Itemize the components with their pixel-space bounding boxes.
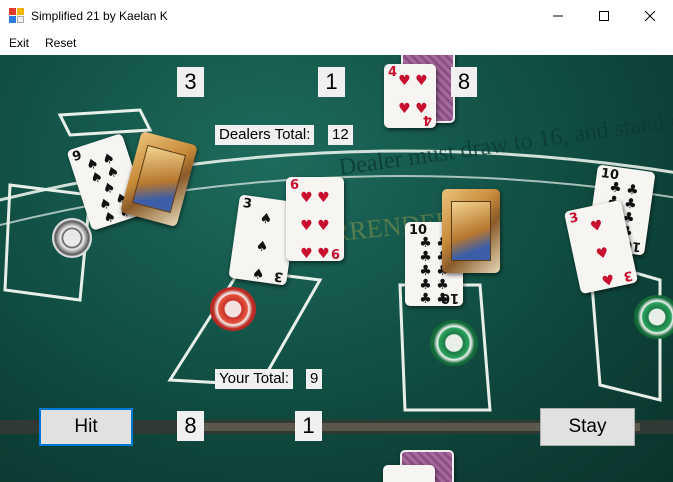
window-title: Simplified 21 by Kaelan K	[31, 8, 168, 23]
minimize-icon	[553, 15, 563, 16]
app-icon	[9, 7, 25, 24]
menu-bar: Exit Reset	[0, 31, 673, 55]
chip-red	[210, 287, 256, 331]
chip-green-edge	[634, 295, 673, 339]
player-total-value: 9	[306, 369, 323, 389]
minimize-button[interactable]	[535, 0, 581, 31]
player-total-label: Your Total:	[215, 369, 294, 389]
maximize-icon	[599, 10, 609, 21]
dealer-total-label: Dealers Total:	[215, 125, 315, 145]
player-card-left-value: 8	[177, 411, 204, 441]
dealer-total-value: 12	[328, 125, 353, 145]
maximize-button[interactable]	[581, 0, 627, 31]
menu-exit[interactable]: Exit	[2, 31, 36, 55]
bottom-card-peek	[383, 465, 435, 482]
card-jack-face	[442, 189, 500, 273]
title-bar: Simplified 21 by Kaelan K	[0, 0, 673, 31]
player-card-right-value: 1	[295, 411, 322, 441]
card-six-hearts: 6 ♥ ♥ ♥ ♥ ♥ ♥ 9	[286, 177, 344, 261]
dealer-card-extra-value: 8	[451, 67, 477, 97]
chip-green	[430, 320, 478, 366]
card-four-hearts: 4 ♥ ♥ ♥ ♥ 4	[384, 64, 436, 128]
hit-button[interactable]: Hit	[39, 408, 133, 446]
dealer-card-right-value: 1	[318, 67, 345, 97]
close-button[interactable]	[627, 0, 673, 31]
chip-white	[52, 218, 92, 258]
menu-reset[interactable]: Reset	[38, 31, 83, 55]
dealer-card-left-value: 3	[177, 67, 204, 97]
close-icon	[645, 10, 655, 21]
stay-button[interactable]: Stay	[540, 408, 635, 446]
